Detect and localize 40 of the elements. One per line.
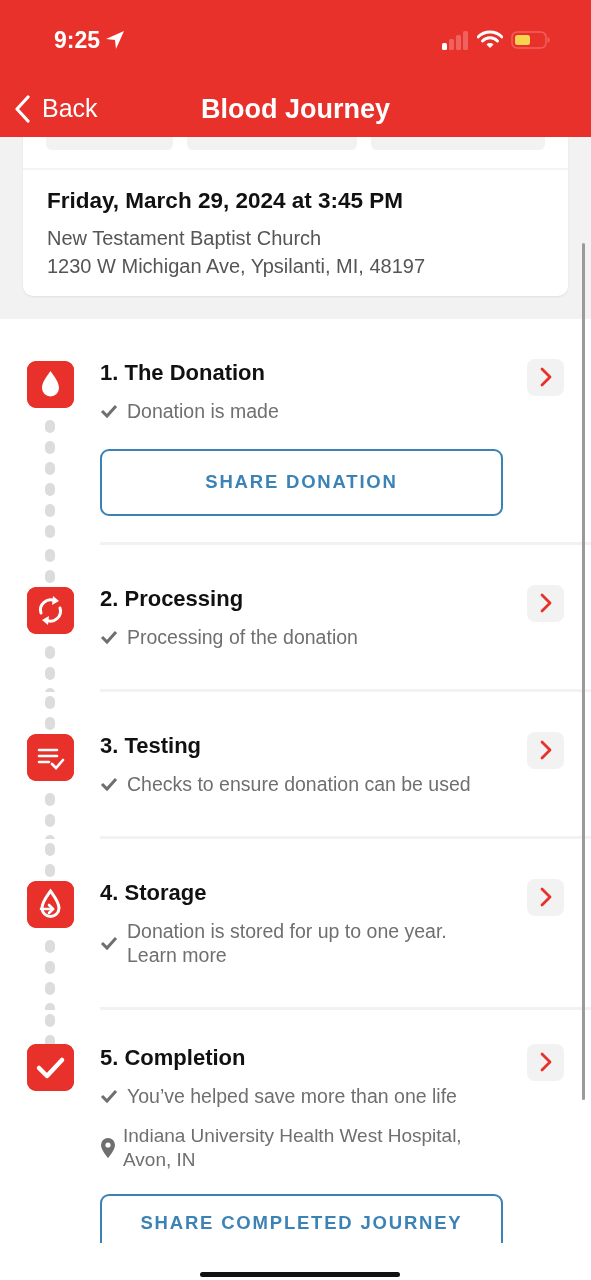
wifi-icon [477, 30, 503, 50]
step-status: Checks to ensure donation can be used [127, 771, 471, 796]
step-status: You’ve helped save more than one life [127, 1083, 457, 1108]
screen-title: Blood Journey [201, 92, 390, 126]
donation-date: Friday, March 29, 2024 at 3:45 PM [47, 187, 404, 215]
share-button[interactable]: SHARE COMPLETED JOURNEY [100, 1193, 503, 1243]
chevron-right-icon [539, 593, 552, 614]
refresh-icon [26, 586, 74, 634]
chevron-button[interactable] [527, 1043, 564, 1081]
step-location: Indiana University Health West Hospital, Avon, IN [123, 1123, 463, 1172]
location-name: New Testament Baptist Church [47, 225, 323, 251]
checklist-icon [26, 733, 74, 781]
chevron-button[interactable] [527, 584, 564, 622]
location-pin-icon [100, 1136, 116, 1159]
step-title: 3. Testing [100, 731, 203, 760]
step-status: Processing of the donation [127, 624, 358, 649]
drop-icon [26, 360, 74, 408]
chevron-button[interactable] [527, 358, 564, 396]
checkmark-icon [26, 1043, 74, 1091]
chevron-right-icon [539, 1052, 552, 1073]
drop-arrow-icon [26, 880, 74, 928]
location-address: 1230 W Michigan Ave, Ypsilanti, MI, 48197 [47, 253, 426, 279]
step-title: 5. Completion [100, 1043, 247, 1072]
step-status: Donation is made [127, 398, 279, 423]
location-arrow-icon [104, 29, 127, 51]
step-status: Donation is stored for up to one year. Learn more [127, 918, 448, 967]
chevron-button[interactable] [527, 878, 564, 916]
chevron-right-icon [539, 887, 552, 908]
step-title: 1. The Donation [100, 358, 266, 387]
battery-icon [511, 30, 551, 50]
back-chevron-icon [14, 94, 30, 123]
signal-icon [441, 30, 469, 50]
chevron-right-icon [539, 740, 552, 761]
chevron-right-icon [539, 367, 552, 388]
step-title: 2. Processing [100, 584, 245, 613]
status-time: 9:25 [54, 25, 101, 55]
step-title: 4. Storage [100, 878, 208, 907]
share-button[interactable]: SHARE DONATION [100, 448, 503, 516]
chevron-button[interactable] [527, 731, 564, 769]
back-button[interactable]: Back [0, 89, 98, 128]
